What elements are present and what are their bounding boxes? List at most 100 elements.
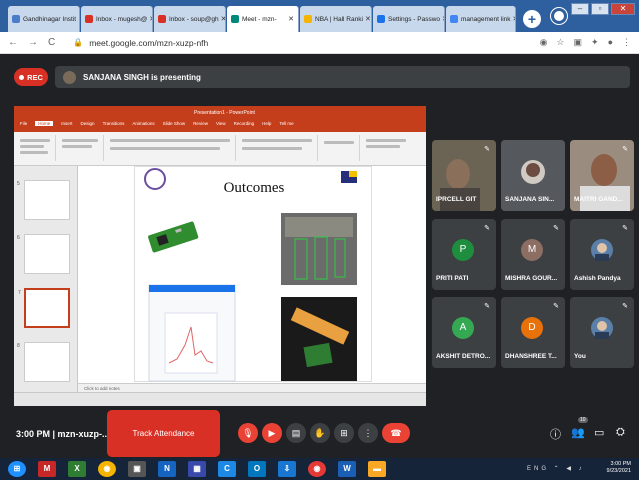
participant-tile[interactable]: ✎ MAITRI GAND... [570,140,634,211]
ribbon-group [362,135,422,161]
participant-name: SANJANA SIN... [505,196,555,203]
onenote-icon[interactable]: N [158,461,176,477]
minimize-icon[interactable]: – [571,3,589,15]
slide-thumbnail[interactable]: 8 [17,342,70,382]
browser-tab-bar: Gandhinagar Instit✕ Inbox - mugesh@✕ Inb… [0,0,639,32]
menu-icon[interactable]: ⋮ [622,37,631,48]
browser-tab[interactable]: Settings - Passwo✕ [373,6,445,32]
excel-icon[interactable]: X [68,461,86,477]
tray-lang[interactable]: ENG [527,466,549,472]
slide-graphics [144,168,357,382]
camera-icon[interactable]: ◉ [540,37,548,48]
lock-icon[interactable]: 🔒 [73,38,83,47]
participant-tile[interactable]: ✎ D DHANSHREE T... [501,297,565,368]
close-icon[interactable]: ✕ [363,15,371,23]
reload-icon[interactable]: C [48,37,55,48]
info-icon[interactable]: ⓘ [550,426,561,442]
avatar: D [521,317,543,339]
tab-label: management link [461,15,511,23]
record-dot-icon [19,74,25,80]
ribbon-tab: Recording [233,121,255,126]
puzzle-icon[interactable]: ✦ [591,37,599,48]
camera-off-button[interactable]: ▶ [262,423,282,443]
close-icon[interactable]: ✕ [219,15,225,23]
participant-tile[interactable]: ✎ A AKSHIT DETRO... [432,297,496,368]
account-icon[interactable]: ● [608,37,613,48]
browser-tab[interactable]: Gandhinagar Instit✕ [8,6,80,32]
participant-tile[interactable]: ✎ P PRITI PATI [432,219,496,290]
chrome-icon[interactable]: ◉ [308,461,326,477]
close-icon[interactable]: ✕ [440,15,444,23]
mic-off-button[interactable]: 🎙 [238,423,258,443]
participant-tile[interactable]: ✎ M MISHRA GOUR... [501,219,565,290]
recording-badge: REC [14,68,48,86]
ribbon-group [58,135,104,161]
star-icon[interactable]: ☆ [556,37,564,48]
chat-icon[interactable]: ▭ [594,426,604,439]
mic-off-icon: ✎ [553,225,559,232]
raspberry-pi-image [148,221,199,253]
presenting-text: SANJANA SINGH is presenting [83,72,201,82]
app-icon[interactable]: C [218,461,236,477]
forward-icon[interactable]: → [28,37,38,48]
browser-tab[interactable]: management link✕ [446,6,516,32]
captions-button[interactable]: ▤ [286,423,306,443]
ribbon-tab: Help [262,121,272,126]
participant-tile-self[interactable]: ✎ You [570,297,634,368]
participant-tile[interactable]: ✎ IPRCELL GIT [432,140,496,211]
close-icon[interactable]: ✕ [511,15,516,23]
mic-off-icon: ✎ [484,146,490,153]
window-close-icon[interactable]: ✕ [611,3,635,15]
slide-thumbnail-selected[interactable]: 7 [18,288,70,328]
slide-title: Outcomes [223,180,285,196]
activities-icon[interactable]: ⛭ [616,426,625,439]
close-icon[interactable]: ✕ [286,15,294,23]
new-tab-button[interactable]: + [523,10,541,28]
address-bar: ← → C 🔒 meet.google.com/mzn-xuzp-nfh ◉ ☆… [0,32,639,54]
url-field[interactable]: meet.google.com/mzn-xuzp-nfh [89,38,208,48]
chrome-icon[interactable]: ◉ [98,461,116,477]
app-icon[interactable]: M [38,461,56,477]
tab-label: NBA | Hall Ranki [315,15,363,23]
profile-icon[interactable] [551,8,567,24]
participant-tile[interactable]: SANJANA SIN... [501,140,565,211]
browser-tab[interactable]: Inbox - soup@gh ✕ [154,6,226,32]
participant-tile[interactable]: ✎ Ashish Pandya [570,219,634,290]
browser-tab-active[interactable]: Meet - mzn- ✕ [227,6,299,32]
app-icon[interactable]: ⇩ [278,461,296,477]
leave-call-button[interactable]: ☎ [382,423,410,443]
word-icon[interactable]: W [338,461,356,477]
file-explorer-icon[interactable]: ▬ [368,461,386,477]
ribbon-tab: Review [193,121,208,126]
browser-tab[interactable]: Inbox - mugesh@✕ [81,6,153,32]
tab-favicon [12,15,20,23]
extension-icon[interactable]: ▣ [574,37,583,48]
mic-off-icon: ✎ [622,146,628,153]
slide-thumbnails: 5 6 7 8 [14,166,78,392]
maximize-icon[interactable]: ▫ [591,3,609,15]
close-icon[interactable]: ✕ [76,15,79,23]
track-attendance-button[interactable]: Track Attendance [107,410,220,457]
close-icon[interactable]: ✕ [147,15,152,23]
slide-thumbnail[interactable]: 6 [17,234,70,274]
clock[interactable]: 3:00 PM 9/23/2021 [607,461,631,475]
settings-icon [377,15,385,23]
participant-name: You [574,353,586,360]
start-icon[interactable]: ⊞ [8,461,26,477]
participant-name: IPRCELL GIT [436,196,477,203]
browser-tab[interactable]: NBA | Hall Ranki ✕ [300,6,372,32]
back-icon[interactable]: ← [8,37,18,48]
notes-pane[interactable]: Click to add notes [78,383,426,392]
app-icon[interactable]: ▣ [128,461,146,477]
avatar [591,239,613,261]
more-options-button[interactable]: ⋮ [358,423,378,443]
slide-thumbnail[interactable]: 5 [17,180,70,220]
raise-hand-button[interactable]: ✋ [310,423,330,443]
present-button[interactable]: ⊞ [334,423,354,443]
outlook-icon[interactable]: O [248,461,266,477]
app-icon[interactable]: ▦ [188,461,206,477]
browser-tools: ◉ ☆ ▣ ✦ ● ⋮ [540,37,631,48]
people-icon[interactable]: 👥 [571,426,585,439]
rec-label: REC [27,72,43,82]
ribbon-tab: View [215,121,226,126]
